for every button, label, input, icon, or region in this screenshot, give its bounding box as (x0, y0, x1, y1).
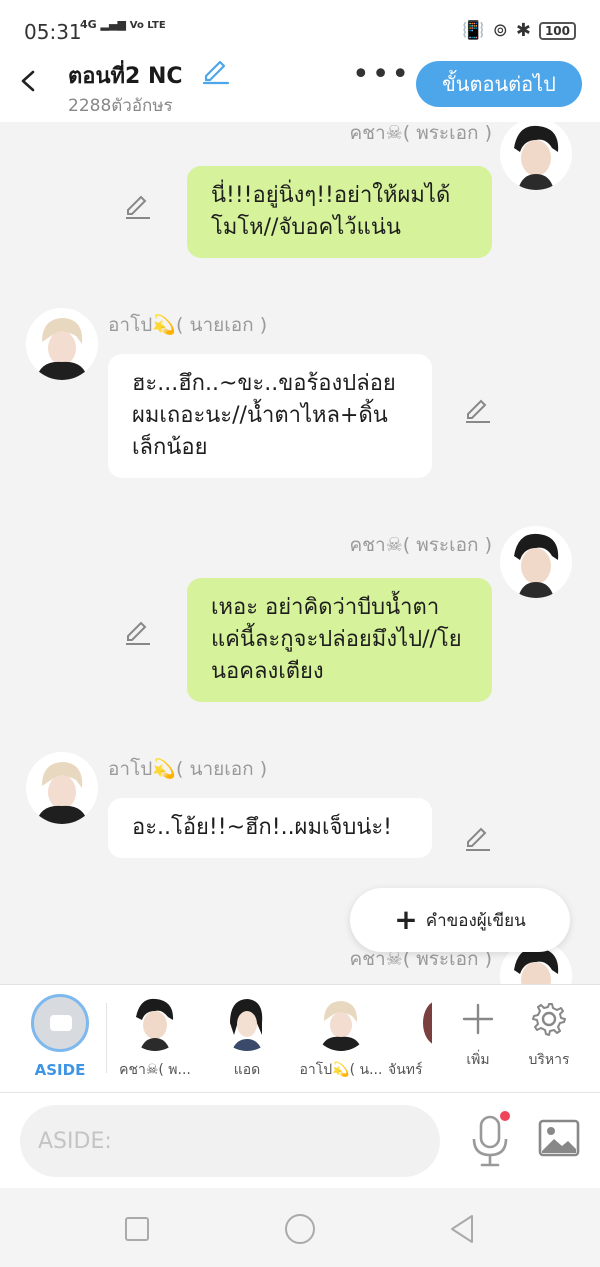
character-kacha[interactable]: คชา☠( พ... (110, 993, 200, 1081)
lock-rotation-icon: ⊚ (492, 20, 508, 41)
vibrate-icon: 📳 (462, 20, 485, 41)
character-bar: ASIDE คชา☠( พ... แอด อาโป💫( น... จันทร์ (0, 984, 600, 1092)
input-bar (0, 1092, 600, 1188)
message-bubble[interactable]: อะ..โอ้ย!!~ฮึก!..ผมเจ็บน่ะ! (108, 798, 432, 858)
message-input[interactable] (20, 1105, 440, 1177)
gear-icon (519, 995, 579, 1043)
writer-note-label: คำของผู้เขียน (425, 910, 526, 931)
avatar-apo[interactable] (26, 308, 98, 380)
character-label: คชา☠( พ... (119, 1062, 191, 1078)
back-nav-icon[interactable] (446, 1212, 480, 1246)
edit-message-icon[interactable] (462, 396, 492, 426)
more-options-icon[interactable]: ••• (352, 60, 409, 100)
home-icon[interactable] (283, 1212, 317, 1246)
manage-label: บริหาร (528, 1052, 570, 1068)
edit-message-icon[interactable] (122, 618, 152, 648)
edit-title-icon[interactable] (200, 58, 230, 86)
plus-icon (448, 995, 508, 1043)
signal-icon: ▂▄▆ (100, 18, 126, 31)
character-label: แอด (233, 1062, 261, 1078)
microphone-icon[interactable] (468, 1113, 512, 1169)
next-step-button[interactable]: ขั้นตอนต่อไป (416, 61, 582, 107)
character-label: จันทร์ (388, 1062, 423, 1078)
network-type: 4G (80, 18, 97, 31)
avatar-apo[interactable] (26, 752, 98, 824)
status-bar: 05:31 4G ▂▄▆ Vo LTE 📳 ⊚ ✱ 100 (0, 0, 600, 62)
volte-label: Vo LTE (129, 20, 166, 31)
plus-icon: + (394, 903, 418, 936)
bluetooth-icon: ✱ (515, 20, 531, 41)
status-time: 05:31 (24, 20, 82, 44)
battery-indicator: 100 (538, 21, 576, 40)
avatar-kacha[interactable] (500, 122, 572, 190)
notification-dot (500, 1111, 510, 1121)
chat-editor-screen: 05:31 4G ▂▄▆ Vo LTE 📳 ⊚ ✱ 100 ตอนที่2 NC… (0, 0, 600, 1267)
aside-label: ASIDE (34, 1061, 86, 1079)
message-bubble[interactable]: ฮะ...ฮึก..~ขะ..ขอร้องปล่อยผมเถอะนะ//น้ำต… (108, 354, 432, 478)
aside-button[interactable] (31, 994, 89, 1052)
sender-name: คชา☠( พระเอก ) (349, 122, 492, 144)
character-ad[interactable]: แอด (202, 993, 292, 1081)
network-indicator: 4G ▂▄▆ Vo LTE (80, 18, 166, 31)
sender-name: อาโป💫( นายเอก ) (108, 758, 268, 780)
avatar (408, 993, 432, 1051)
manage-button[interactable]: บริหาร (519, 995, 579, 1071)
divider (106, 1003, 107, 1073)
writer-note-button[interactable]: + คำของผู้เขียน (350, 888, 570, 952)
character-apo[interactable]: อาโป💫( น... (296, 993, 386, 1081)
edit-message-icon[interactable] (122, 192, 152, 222)
add-character-button[interactable]: เพิ่ม (448, 995, 508, 1071)
chat-area[interactable]: คชา☠( พระเอก ) นี่!!!อยู่นิ่งๆ!!อย่าให้ผ… (0, 122, 600, 984)
sender-name: อาโป💫( นายเอก ) (108, 314, 268, 336)
message-bubble[interactable]: เหอะ อย่าคิดว่าบีบน้ำตาแค่นี้ละกูจะปล่อย… (187, 578, 492, 702)
back-arrow-icon[interactable] (14, 66, 44, 96)
avatar (312, 993, 370, 1051)
message-bubble[interactable]: นี่!!!อยู่นิ่งๆ!!อย่าให้ผมได้โมโห//จับอค… (187, 166, 492, 258)
recent-apps-icon[interactable] (120, 1212, 154, 1246)
avatar (218, 993, 276, 1051)
system-nav-bar (0, 1188, 600, 1267)
episode-title[interactable]: ตอนที่2 NC (68, 58, 183, 93)
avatar-kacha[interactable] (500, 526, 572, 598)
chat-bubble-icon (50, 1015, 72, 1031)
sender-name: คชา☠( พระเอก ) (349, 534, 492, 556)
add-label: เพิ่ม (466, 1052, 490, 1068)
status-icons: 📳 ⊚ ✱ 100 (462, 20, 576, 41)
avatar (126, 993, 184, 1051)
character-count: 2288ตัวอักษร (68, 96, 173, 116)
image-icon[interactable] (538, 1119, 580, 1157)
edit-message-icon[interactable] (462, 824, 492, 854)
header: ตอนที่2 NC 2288ตัวอักษร ••• ขั้นตอนต่อไป (0, 56, 600, 122)
character-label: อาโป💫( น... (299, 1062, 383, 1078)
character-chan[interactable]: จันทร์ (388, 993, 432, 1081)
